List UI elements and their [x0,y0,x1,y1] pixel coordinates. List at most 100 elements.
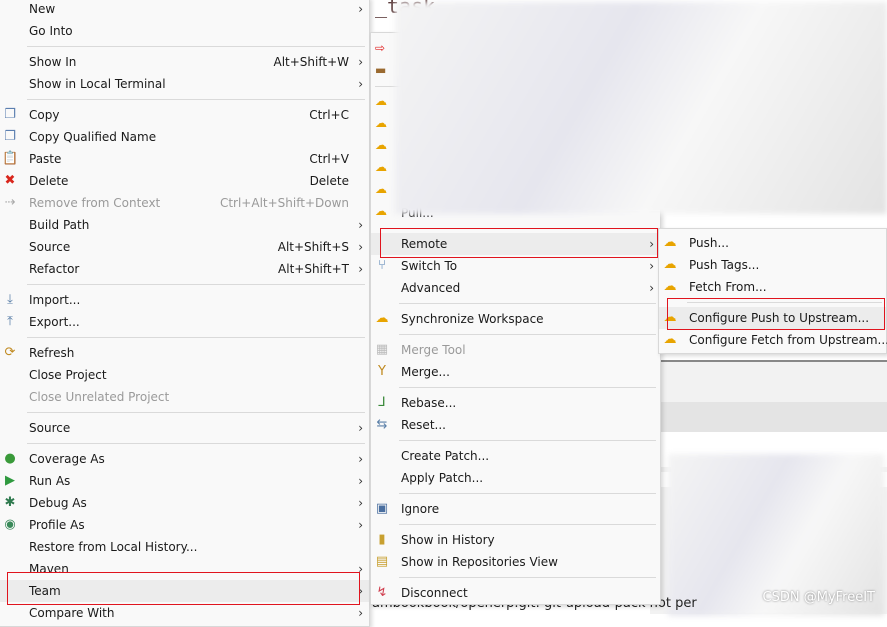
synchronize-icon: ☁ [375,311,389,326]
menu-item-restore-from-local-history[interactable]: Restore from Local History... [0,536,369,558]
menu-item-reset[interactable]: ⇆ Reset... [371,414,660,436]
copy-qualified-icon: ❐ [4,129,16,144]
menu-item-push[interactable]: ☁ Push... [659,232,886,254]
chevron-right-icon: › [358,262,363,276]
menu-item-refresh[interactable]: ⟳ Refresh [0,342,369,364]
chevron-right-icon: › [358,421,363,435]
menu-item-label: Show in History [401,533,495,547]
menu-item-merge[interactable]: Y Merge... [371,361,660,383]
shortcut-label: Alt+Shift+S [277,240,349,254]
menu-item-label: Apply Patch... [401,471,484,485]
fetch-upstream-icon: ☁ [663,332,677,347]
shortcut-label: Ctrl+Alt+Shift+Down [219,196,349,210]
chevron-right-icon: › [358,55,363,69]
menu-item-go-into[interactable]: Go Into [0,20,369,42]
menu-item-show-in[interactable]: Show In Alt+Shift+W › [0,51,369,73]
menu-item-label: New [29,2,56,16]
coverage-icon: ● [4,451,16,466]
menu-item-switch-to[interactable]: ⑂ Switch To › [371,255,660,277]
menu-item-close-unrelated-project[interactable]: Close Unrelated Project [0,386,369,408]
menu-item-source[interactable]: Source › [0,417,369,439]
menu-separator [687,302,882,303]
menu-item-label: Advanced [401,281,461,295]
menu-item-push-tags[interactable]: ☁ Push Tags... [659,254,886,276]
delete-icon: ✖ [4,173,16,188]
menu-item-label: Rebase... [401,396,457,410]
menu-item-coverage-as[interactable]: ● Coverage As › [0,448,369,470]
menu-item-show-in-repositories-view[interactable]: ▤ Show in Repositories View [371,551,660,573]
menu-item-import[interactable]: ⤓ Import... [0,289,369,311]
stash-icon: ▬ [375,63,387,77]
menu-item-label: Debug As [29,496,87,510]
rebase-icon: ⅃ [378,395,386,410]
chevron-right-icon: › [358,606,363,620]
background-panel: CSDN @MyFreeIT [650,360,887,616]
fetch-icon: ☁ [375,138,387,152]
menu-item-label: Close Project [29,368,107,382]
menu-item-label: Push... [689,236,729,250]
menu-item-refactor[interactable]: Refactor Alt+Shift+T › [0,258,369,280]
push-icon: ☁ [375,160,387,174]
menu-item-paste[interactable]: 📋 Paste Ctrl+V [0,148,369,170]
shortcut-label: Alt+Shift+T [278,262,349,276]
menu-separator [27,99,365,100]
menu-item-run-as[interactable]: ▶ Run As › [0,470,369,492]
menu-item-compare-with[interactable]: Compare With › [0,602,369,624]
menu-item-profile-as[interactable]: ◉ Profile As › [0,514,369,536]
menu-separator [399,440,656,441]
menu-item-label: Delete [29,174,69,188]
menu-item-source[interactable]: Source Alt+Shift+S › [0,236,369,258]
shortcut-label: Alt+Shift+W [273,55,350,69]
menu-item-delete[interactable]: ✖ Delete Delete [0,170,369,192]
menu-item-configure-push-to-upstream[interactable]: ☁ Configure Push to Upstream... [659,307,886,329]
menu-item-label: Disconnect [401,586,468,600]
menu-item-remove-from-context[interactable]: ⇢ Remove from Context Ctrl+Alt+Shift+Down [0,192,369,214]
menu-item-create-patch[interactable]: Create Patch... [371,445,660,467]
menu-item-ignore[interactable]: ▣ Ignore [371,498,660,520]
import-icon: ⤓ [7,292,13,307]
menu-item-remote[interactable]: Remote › [371,233,660,255]
menu-item-copy-qualified-name[interactable]: ❐ Copy Qualified Name [0,126,369,148]
menu-item-disconnect[interactable]: ↯ Disconnect [371,582,660,604]
remove-context-icon: ⇢ [4,195,16,210]
menu-item-fetch-from[interactable]: ☁ Fetch From... [659,276,886,298]
chevron-right-icon: › [358,496,363,510]
push-upstream-icon: ☁ [375,94,387,108]
repositories-icon: ▤ [375,554,389,569]
menu-item-team[interactable]: Team › [0,580,369,602]
menu-item-new[interactable]: New › [0,0,369,20]
menu-item-build-path[interactable]: Build Path › [0,214,369,236]
menu-item-label: Close Unrelated Project [29,390,170,404]
menu-item-label: Configure Fetch from Upstream... [689,333,887,347]
menu-item-label: Source [29,421,71,435]
shortcut-label: Delete [309,174,349,188]
blurred-region [395,2,887,214]
chevron-right-icon: › [649,237,654,251]
menu-item-advanced[interactable]: Advanced › [371,277,660,299]
menu-item-label: Profile As [29,518,85,532]
menu-item-close-project[interactable]: Close Project [0,364,369,386]
chevron-right-icon: › [358,584,363,598]
menu-item-show-in-history[interactable]: ▮ Show in History [371,529,660,551]
menu-item-debug-as[interactable]: ✱ Debug As › [0,492,369,514]
menu-separator [399,334,656,335]
profile-icon: ◉ [4,517,16,532]
menu-item-synchronize-workspace[interactable]: ☁ Synchronize Workspace [371,308,660,330]
menu-item-show-in-local-terminal[interactable]: Show in Local Terminal › [0,73,369,95]
menu-item-maven[interactable]: Maven › [0,558,369,580]
menu-item-copy[interactable]: ❐ Copy Ctrl+C [0,104,369,126]
commit-icon: ⇨ [375,41,386,55]
ignore-icon: ▣ [375,501,389,516]
menu-item-configure-fetch-from-upstream[interactable]: ☁ Configure Fetch from Upstream... [659,329,887,351]
remote-submenu: ☁ Push... ☁ Push Tags... ☁ Fetch From... ☁ Conf… [658,228,887,354]
menu-item-merge-tool[interactable]: ▦ Merge Tool [371,339,660,361]
menu-item-label: Merge... [401,365,450,379]
menu-item-label: Remove from Context [29,196,161,210]
chevron-right-icon: › [358,2,363,16]
push-upstream-icon: ☁ [663,310,677,325]
menu-item-rebase[interactable]: ⅃ Rebase... [371,392,660,414]
menu-item-apply-patch[interactable]: Apply Patch... [371,467,660,489]
menu-item-label: Compare With [29,606,115,620]
menu-item-export[interactable]: ⤒ Export... [0,311,369,333]
menu-item-label: Export... [29,315,80,329]
